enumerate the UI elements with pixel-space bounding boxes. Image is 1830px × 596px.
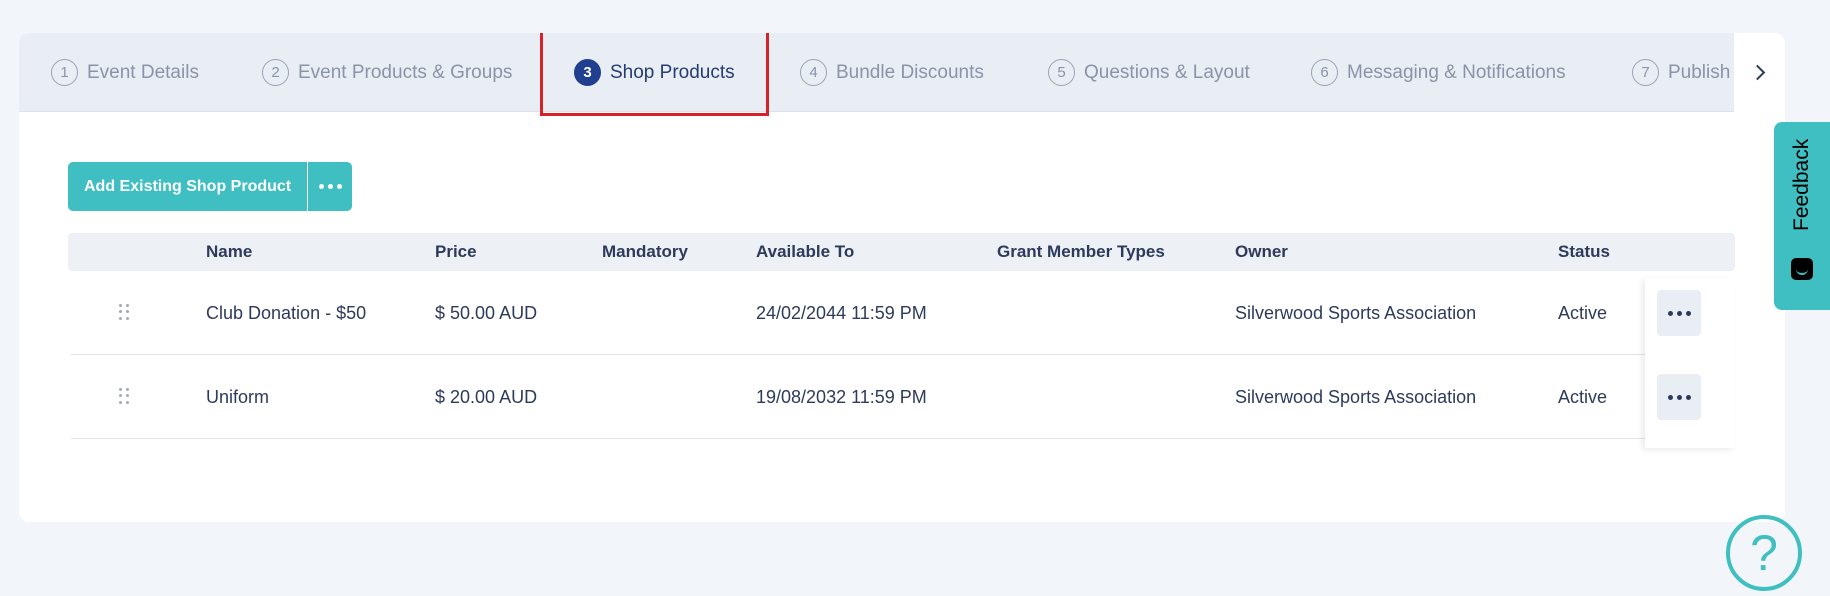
- product-status: Active: [1558, 387, 1608, 407]
- tab-event-products-groups[interactable]: 2 Event Products & Groups: [262, 33, 512, 112]
- table-header: Name Price Mandatory Available To Grant …: [68, 233, 1735, 271]
- question-mark-icon: ?: [1750, 525, 1778, 581]
- row-actions-button[interactable]: [1657, 374, 1701, 420]
- tab-label: Event Products & Groups: [298, 61, 513, 83]
- more-horizontal-icon: [318, 184, 342, 189]
- add-product-button-group: Add Existing Shop Product: [68, 162, 353, 211]
- tab-bundle-discounts[interactable]: 4 Bundle Discounts: [800, 33, 984, 112]
- tab-label: Bundle Discounts: [836, 61, 984, 83]
- row-actions-button[interactable]: [1657, 290, 1701, 336]
- drag-handle-icon[interactable]: [119, 388, 129, 404]
- product-owner: Silverwood Sports Association: [1235, 303, 1477, 323]
- step-number: 6: [1311, 59, 1338, 86]
- chevron-right-icon: [1749, 64, 1766, 81]
- product-name: Uniform: [206, 387, 270, 407]
- product-name: Club Donation - $50: [206, 303, 367, 323]
- feedback-smile-icon: [1791, 258, 1813, 280]
- feedback-label: Feedback: [1790, 138, 1813, 232]
- product-price: $ 20.00 AUD: [435, 387, 538, 407]
- event-editor-card: 1 Event Details 2 Event Products & Group…: [19, 33, 1785, 522]
- column-header-available-to[interactable]: Available To: [756, 233, 854, 271]
- column-header-price[interactable]: Price: [435, 233, 477, 271]
- product-available-to: 24/02/2044 11:59 PM: [756, 303, 927, 323]
- tab-label: Event Details: [87, 61, 199, 83]
- column-header-status[interactable]: Status: [1558, 233, 1610, 271]
- tab-label: Messaging & Notifications: [1347, 61, 1566, 83]
- help-button[interactable]: ?: [1726, 515, 1802, 591]
- tab-label: Publish: [1668, 61, 1731, 83]
- product-price: $ 50.00 AUD: [435, 303, 538, 323]
- step-number: 7: [1632, 59, 1659, 86]
- tabs-scroll-right-button[interactable]: [1734, 33, 1785, 112]
- tab-label: Shop Products: [610, 61, 735, 83]
- tab-shop-products[interactable]: 3 Shop Products: [574, 33, 735, 112]
- column-header-owner[interactable]: Owner: [1235, 233, 1288, 271]
- column-header-grant-member-types[interactable]: Grant Member Types: [997, 233, 1165, 271]
- step-number: 5: [1048, 59, 1075, 86]
- table-row: Uniform $ 20.00 AUD 19/08/2032 11:59 PM …: [71, 355, 1735, 439]
- product-status: Active: [1558, 303, 1608, 323]
- step-number: 2: [262, 59, 289, 86]
- tab-event-details[interactable]: 1 Event Details: [51, 33, 199, 112]
- product-available-to: 19/08/2032 11:59 PM: [756, 387, 927, 407]
- step-number: 3: [574, 59, 601, 86]
- more-options-button[interactable]: [308, 162, 353, 211]
- drag-handle-icon[interactable]: [119, 304, 129, 320]
- product-owner: Silverwood Sports Association: [1235, 387, 1477, 407]
- tab-messaging-notifications[interactable]: 6 Messaging & Notifications: [1311, 33, 1566, 112]
- step-number: 1: [51, 59, 78, 86]
- step-tabs: 1 Event Details 2 Event Products & Group…: [19, 33, 1785, 112]
- more-horizontal-icon: [1667, 310, 1691, 316]
- more-horizontal-icon: [1667, 394, 1691, 400]
- tab-publish[interactable]: 7 Publish: [1632, 33, 1730, 112]
- tab-label: Questions & Layout: [1084, 61, 1250, 83]
- add-existing-shop-product-button[interactable]: Add Existing Shop Product: [68, 162, 309, 211]
- column-header-mandatory[interactable]: Mandatory: [602, 233, 688, 271]
- row-actions-column: [1645, 278, 1735, 448]
- table-row: Club Donation - $50 $ 50.00 AUD 24/02/20…: [71, 271, 1735, 355]
- tab-questions-layout[interactable]: 5 Questions & Layout: [1048, 33, 1250, 112]
- feedback-tab[interactable]: Feedback: [1774, 122, 1830, 310]
- step-number: 4: [800, 59, 827, 86]
- column-header-name[interactable]: Name: [206, 233, 252, 271]
